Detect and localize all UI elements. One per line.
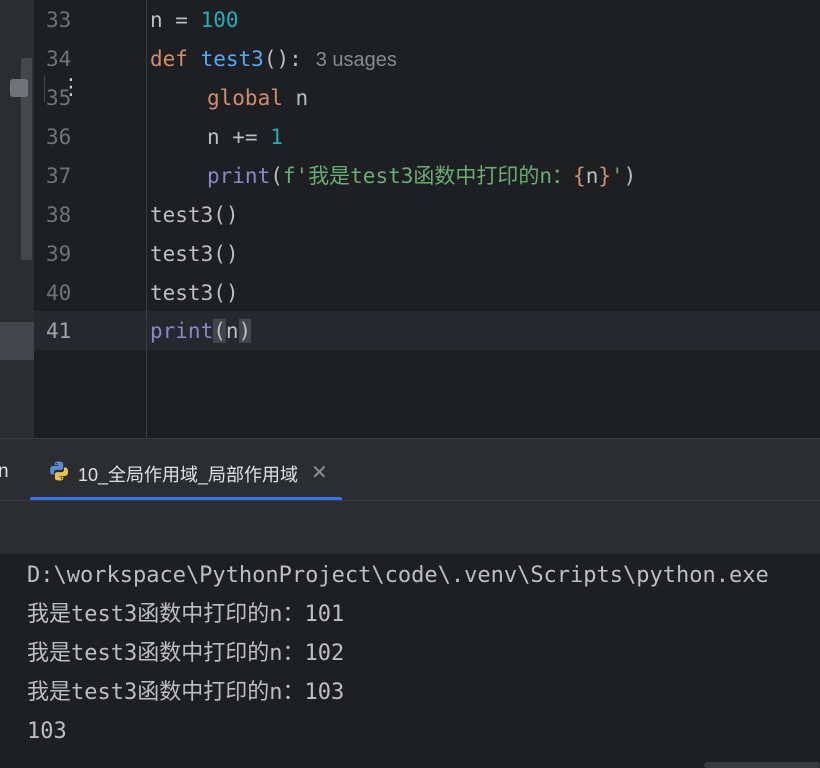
console-output[interactable]: D:\workspace\PythonProject\code\.venv\Sc… [0, 554, 820, 768]
keyword-def: def [150, 47, 188, 71]
string-literal: ' [611, 164, 624, 188]
code-token: n += [207, 125, 271, 149]
tab-bar-divider [0, 500, 820, 501]
console-line: 103 [27, 719, 67, 744]
code-line-40[interactable]: test3() [150, 274, 239, 313]
code-token: ( [270, 164, 283, 188]
run-config-tab[interactable]: 10_全局作用域_局部作用域 ✕ [30, 439, 342, 501]
code-token: n [225, 319, 239, 343]
console-line: 我是test3函数中打印的n：102 [27, 641, 345, 666]
line-number: 36 [46, 125, 72, 149]
code-token: (): [263, 47, 302, 71]
matched-paren: ) [238, 319, 252, 343]
fstring-variable: n [585, 164, 599, 188]
project-panel-edge [0, 0, 34, 438]
stop-button[interactable] [10, 79, 28, 97]
code-line-41[interactable]: print(n) [150, 312, 252, 351]
keyword-global: global [207, 86, 283, 110]
code-editor[interactable]: 33 34 35 36 37 38 39 40 41 n = 100 def t… [0, 0, 820, 438]
code-token: n = [150, 8, 201, 32]
close-icon[interactable]: ✕ [311, 460, 328, 484]
matched-paren: ( [213, 319, 226, 343]
line-number: 37 [46, 164, 72, 188]
line-number: 38 [46, 203, 72, 227]
fstring-brace: } [598, 164, 611, 188]
code-line-33[interactable]: n = 100 [150, 1, 239, 40]
code-line-39[interactable]: test3() [150, 235, 239, 274]
line-number-current: 41 [46, 319, 72, 343]
line-number-gutter: 33 34 35 36 37 38 39 40 41 [34, 0, 134, 438]
number-literal: 100 [200, 8, 239, 32]
builtin-print: print [207, 164, 271, 188]
python-icon [50, 461, 68, 481]
line-number: 39 [46, 242, 72, 266]
previous-tab-label[interactable]: n [0, 461, 9, 483]
code-line-35[interactable]: global n [207, 79, 308, 118]
console-line-command: D:\workspace\PythonProject\code\.venv\Sc… [27, 563, 769, 588]
function-name: test3 [200, 47, 264, 71]
line-number: 33 [46, 8, 72, 32]
usages-inlay-hint[interactable]: 3 usages [316, 49, 397, 71]
indent-guide [146, 0, 147, 438]
run-tab-bar: n 10_全局作用域_局部作用域 ✕ [0, 438, 820, 501]
console-horizontal-scrollbar[interactable] [704, 762, 820, 768]
console-line: 我是test3函数中打印的n：103 [27, 680, 345, 705]
fstring-brace: { [573, 164, 586, 188]
code-line-36[interactable]: n += 1 [207, 118, 283, 157]
code-line-37[interactable]: print(f'我是test3函数中打印的n：{n}') [207, 157, 636, 196]
toolbar-separator [44, 76, 45, 102]
number-literal: 1 [270, 125, 283, 149]
code-token: ) [623, 164, 637, 188]
code-token: n [282, 86, 309, 110]
builtin-print: print [150, 319, 214, 343]
run-tab-label: 10_全局作用域_局部作用域 [78, 465, 299, 485]
string-literal: f'我是test3函数中打印的n： [282, 164, 574, 188]
more-options-icon[interactable]: ⋮ [60, 74, 82, 102]
project-selection-highlight [0, 322, 34, 360]
code-line-34[interactable]: def test3(): 3 usages [150, 40, 397, 79]
code-line-38[interactable]: test3() [150, 196, 239, 235]
line-number: 40 [46, 281, 72, 305]
console-line: 我是test3函数中打印的n：101 [27, 602, 345, 627]
